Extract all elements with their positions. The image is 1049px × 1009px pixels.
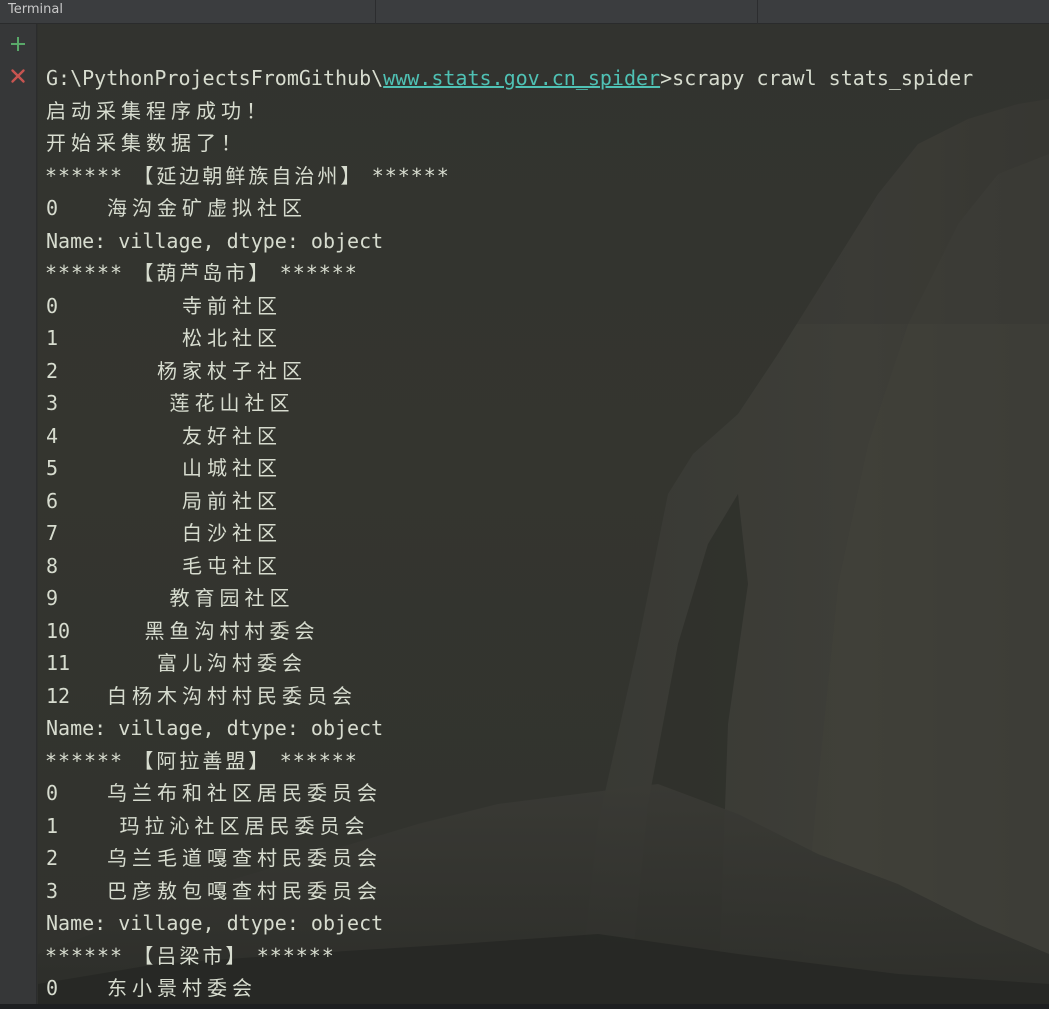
terminal-tab-bar: Terminal — [0, 0, 1049, 24]
series-footer: Name: village, dtype: object — [46, 911, 384, 935]
table-row: 0 海沟金矿虚拟社区 — [46, 192, 1046, 225]
row-index: 3 — [46, 878, 59, 903]
table-row: 5 山城社区 — [46, 452, 1046, 485]
table-row: 4 友好社区 — [46, 420, 1046, 453]
row-index: 12 — [46, 683, 71, 708]
close-session-button[interactable] — [7, 65, 29, 87]
table-row: 2 杨家杖子社区 — [46, 355, 1046, 388]
row-index: 1 — [46, 813, 59, 838]
row-index: 10 — [46, 618, 71, 643]
row-index: 0 — [46, 293, 59, 318]
row-index: 0 — [46, 196, 59, 220]
close-icon — [11, 69, 25, 83]
row-index: 8 — [46, 553, 59, 578]
row-value: 巴彦敖包嘎查村民委员会 — [107, 878, 382, 903]
status-line: 开始采集数据了！ — [46, 131, 246, 155]
new-session-button[interactable] — [7, 33, 29, 55]
table-row: 3 莲花山社区 — [46, 387, 1046, 420]
row-value: 松北社区 — [182, 326, 282, 350]
row-value: 莲花山社区 — [169, 391, 295, 415]
row-value: 杨家杖子社区 — [157, 358, 307, 383]
row-value: 东小景村委会 — [107, 976, 257, 1000]
group-header: ****** 【葫芦岛市】 ****** — [46, 261, 359, 285]
group-header: ****** 【延边朝鲜族自治州】 ****** — [46, 163, 451, 188]
group-header: ****** 【吕梁市】 ****** — [46, 943, 336, 968]
table-row: 1 松北社区 — [46, 322, 1046, 355]
table-row: 1 玛拉沁社区居民委员会 — [46, 810, 1046, 843]
table-row: 11 富儿沟村委会 — [46, 647, 1046, 680]
table-row: 0 乌兰布和社区居民委员会 — [46, 777, 1046, 810]
table-row: 7 白沙社区 — [46, 517, 1046, 550]
command-text: >scrapy crawl stats_spider — [660, 66, 974, 90]
command-path-prefix: G:\PythonProjectsFromGithub\ — [46, 66, 384, 90]
table-row: 3 巴彦敖包嘎查村民委员会 — [46, 875, 1046, 908]
row-index: 3 — [46, 391, 59, 415]
project-folder-link[interactable]: www.stats.gov.cn_spider — [383, 66, 660, 90]
table-row: 0 东小景村委会 — [46, 972, 1046, 1004]
row-index: 2 — [46, 358, 59, 383]
tab-divider — [757, 0, 758, 24]
table-row: 0 寺前社区 — [46, 290, 1046, 323]
row-value: 寺前社区 — [182, 293, 282, 318]
row-value: 乌兰布和社区居民委员会 — [107, 781, 382, 805]
row-index: 2 — [46, 846, 59, 870]
row-index: 9 — [46, 586, 59, 610]
status-bar-strip — [0, 1004, 1049, 1009]
row-value: 海沟金矿虚拟社区 — [107, 196, 307, 220]
group-header: ****** 【阿拉善盟】 ****** — [46, 748, 359, 773]
row-value: 富儿沟村委会 — [157, 651, 307, 675]
row-index: 1 — [46, 326, 59, 350]
row-index: 0 — [46, 781, 59, 805]
row-index: 11 — [46, 651, 71, 675]
terminal-side-toolbar — [0, 24, 37, 1004]
series-footer: Name: village, dtype: object — [46, 228, 384, 253]
row-index: 5 — [46, 456, 59, 480]
row-value: 教育园社区 — [169, 586, 295, 610]
row-value: 友好社区 — [182, 423, 282, 448]
row-value: 毛屯社区 — [182, 553, 282, 578]
row-value: 山城社区 — [182, 456, 282, 480]
output-groups: ****** 【延边朝鲜族自治州】 ****** 0 海沟金矿虚拟社区 Name: v… — [46, 160, 1046, 1005]
row-value: 局前社区 — [182, 488, 282, 513]
table-row: 10 黑鱼沟村村委会 — [46, 615, 1046, 648]
series-footer: Name: village, dtype: object — [46, 716, 384, 740]
row-index: 4 — [46, 423, 59, 448]
table-row: 2 乌兰毛道嘎查村民委员会 — [46, 842, 1046, 875]
row-value: 黑鱼沟村村委会 — [144, 618, 320, 643]
tab-divider — [375, 0, 376, 24]
row-index: 6 — [46, 488, 59, 513]
row-index: 0 — [46, 976, 59, 1000]
terminal-tab-title[interactable]: Terminal — [8, 2, 63, 17]
row-value: 乌兰毛道嘎查村民委员会 — [107, 846, 382, 870]
terminal-output-area[interactable]: G:\PythonProjectsFromGithub\www.stats.go… — [38, 24, 1049, 1004]
row-value: 玛拉沁社区居民委员会 — [119, 813, 370, 838]
table-row: 12 白杨木沟村村民委员会 — [46, 680, 1046, 713]
row-value: 白沙社区 — [182, 521, 282, 545]
row-index: 7 — [46, 521, 59, 545]
terminal-lines: G:\PythonProjectsFromGithub\www.stats.go… — [46, 62, 1046, 1004]
plus-icon — [11, 37, 25, 51]
table-row: 9 教育园社区 — [46, 582, 1046, 615]
table-row: 6 局前社区 — [46, 485, 1046, 518]
table-row: 8 毛屯社区 — [46, 550, 1046, 583]
command-line: G:\PythonProjectsFromGithub\www.stats.go… — [46, 62, 1046, 95]
row-value: 白杨木沟村村民委员会 — [107, 683, 357, 708]
status-line: 启动采集程序成功！ — [46, 98, 271, 123]
